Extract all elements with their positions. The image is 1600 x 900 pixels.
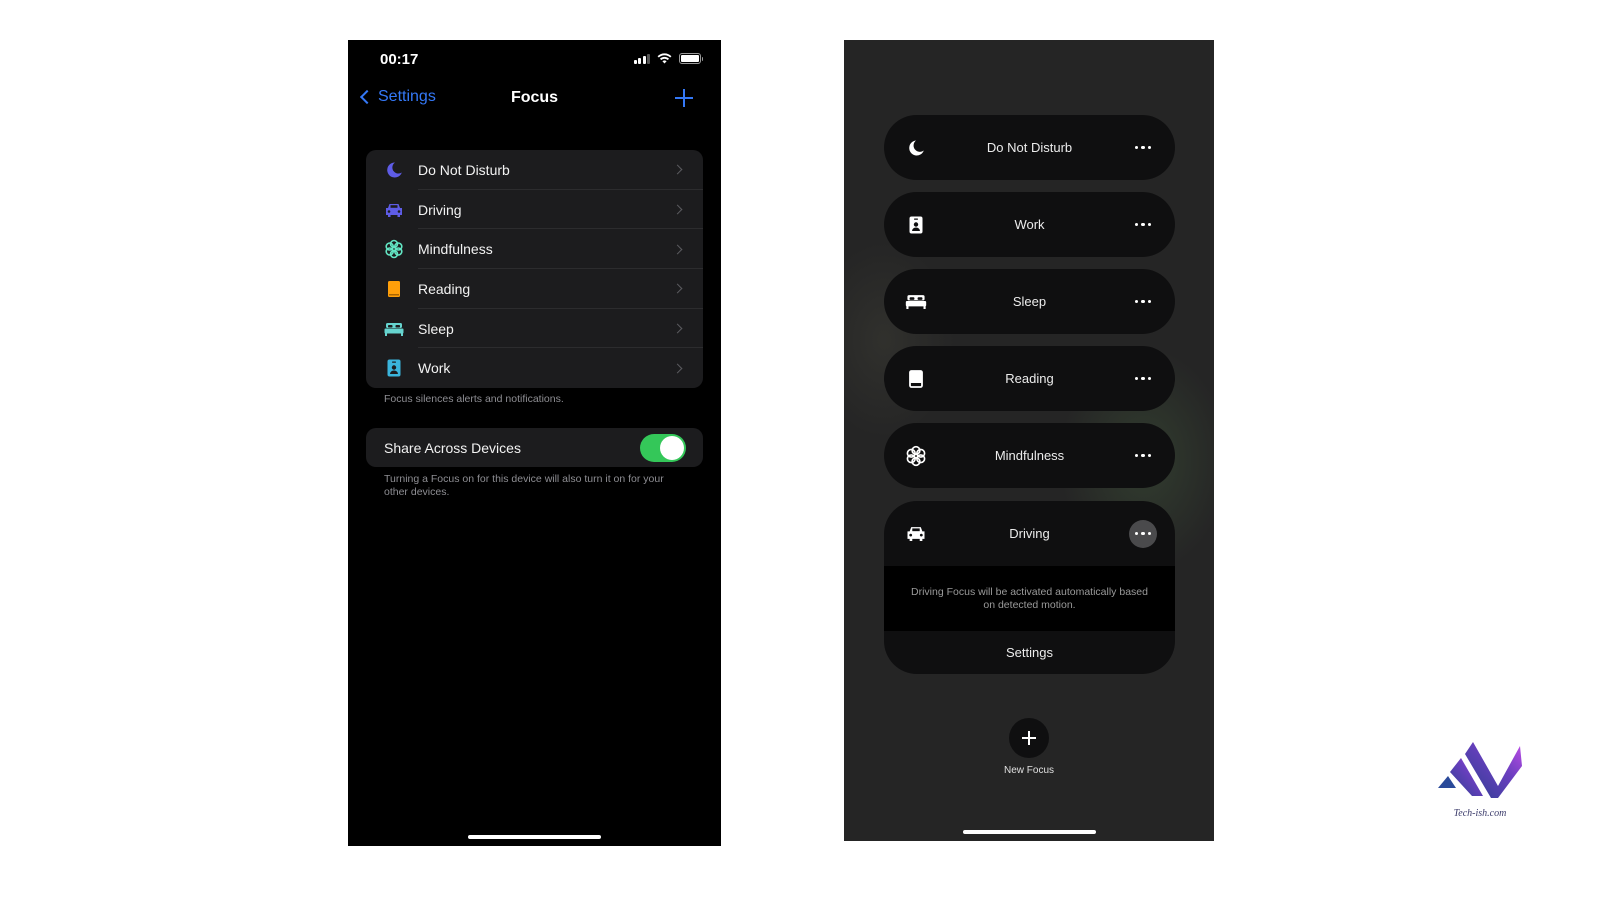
id-badge-icon [384, 358, 404, 378]
more-options-button[interactable] [1129, 134, 1157, 162]
home-indicator[interactable] [468, 835, 601, 839]
chevron-right-icon [672, 244, 683, 255]
focus-item-reading[interactable]: Reading [366, 269, 703, 309]
more-options-button[interactable] [1129, 288, 1157, 316]
chevron-right-icon [672, 204, 683, 215]
more-options-button[interactable] [1129, 442, 1157, 470]
more-options-button[interactable] [1129, 365, 1157, 393]
focus-pill-driving-expanded: Driving Driving Focus will be activated … [884, 501, 1175, 674]
focus-pill-driving[interactable]: Driving [884, 501, 1175, 566]
flower-icon [384, 239, 404, 259]
bed-icon [384, 319, 404, 339]
chevron-right-icon [672, 283, 683, 294]
focus-pill-sleep[interactable]: Sleep [884, 269, 1175, 334]
focus-list: Do Not Disturb Driving Mindfulness Readi… [366, 150, 703, 389]
focus-item-label: Mindfulness [418, 241, 493, 258]
more-options-button[interactable] [1129, 519, 1157, 548]
home-indicator[interactable] [963, 830, 1096, 834]
chevron-right-icon [672, 363, 683, 374]
focus-item-label: Do Not Disturb [418, 161, 510, 178]
focus-item-label: Work [418, 360, 451, 377]
share-across-devices-toggle[interactable] [640, 433, 686, 462]
wifi-icon [657, 53, 672, 64]
focus-item-do-not-disturb[interactable]: Do Not Disturb [366, 150, 703, 190]
status-icons [633, 53, 703, 64]
focus-item-mindfulness[interactable]: Mindfulness [366, 229, 703, 269]
book-icon [384, 279, 404, 299]
battery-icon [679, 53, 703, 64]
focus-item-sleep[interactable]: Sleep [366, 309, 703, 349]
driving-settings-button[interactable]: Settings [884, 631, 1175, 674]
new-focus-label: New Focus [1003, 765, 1054, 776]
share-footnote: Turning a Focus on for this device will … [384, 473, 664, 498]
driving-description: Driving Focus will be activated automati… [884, 566, 1175, 631]
focus-item-label: Reading [418, 280, 471, 297]
status-time: 00:17 [380, 51, 419, 68]
share-across-devices-label: Share Across Devices [384, 439, 521, 456]
chevron-right-icon [672, 164, 683, 175]
focus-item-driving[interactable]: Driving [366, 190, 703, 230]
cellular-signal-icon [633, 53, 650, 64]
add-focus-button[interactable] [673, 87, 695, 109]
status-bar: 00:17 [348, 40, 721, 80]
focus-list-footnote: Focus silences alerts and notifications. [384, 393, 564, 405]
focus-pill-reading[interactable]: Reading [884, 346, 1175, 411]
focus-item-label: Driving [418, 201, 462, 218]
new-focus-button[interactable] [1009, 718, 1049, 758]
focus-item-label: Sleep [418, 320, 454, 337]
more-options-button[interactable] [1129, 211, 1157, 239]
page-title: Focus [510, 89, 559, 106]
focus-item-work[interactable]: Work [366, 348, 703, 388]
focus-pill-do-not-disturb[interactable]: Do Not Disturb [884, 115, 1175, 180]
focus-control-center-screen: Do Not Disturb Work Sleep Reading Mindfu… [844, 40, 1214, 841]
car-icon [384, 200, 404, 220]
toggle-knob [660, 435, 684, 460]
share-across-devices-row: Share Across Devices [366, 428, 703, 467]
focus-pill-work[interactable]: Work [884, 192, 1175, 257]
moon-icon [384, 160, 404, 180]
focus-settings-screen: 00:17 Settings Focus Do Not Disturb Driv… [348, 40, 721, 846]
navigation-bar: Settings Focus [348, 84, 721, 114]
focus-pill-mindfulness[interactable]: Mindfulness [884, 423, 1175, 488]
watermark-text: Tech-ish.com [1453, 808, 1507, 819]
chevron-right-icon [672, 323, 683, 334]
